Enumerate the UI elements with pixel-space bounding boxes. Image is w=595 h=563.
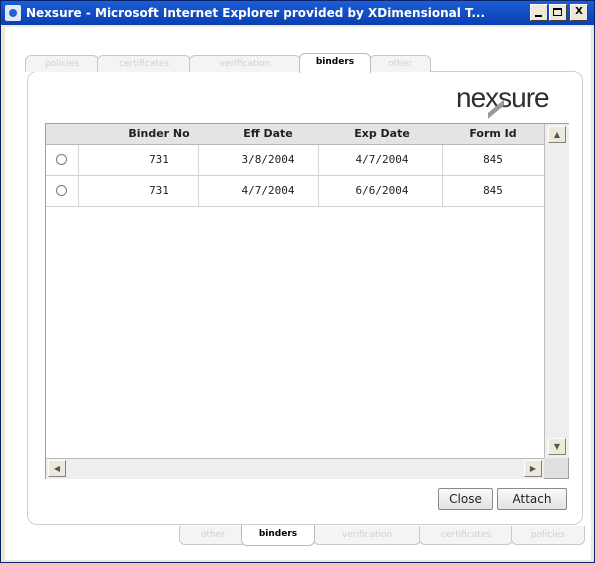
tab-other-top[interactable]: other [369,55,431,72]
cell-form-id: 845 [483,153,503,166]
scrollbar-corner [544,458,568,478]
cell-eff-date: 3/8/2004 [241,153,295,166]
row-select-radio[interactable] [56,185,67,196]
tab-verification-bottom[interactable]: verification [313,526,421,545]
col-header-exp-date[interactable]: Exp Date [322,124,442,144]
nexsure-logo: nexsure [456,81,576,115]
horizontal-scrollbar[interactable]: ◀ ▶ [46,458,544,479]
window-title: Nexsure - Microsoft Internet Explorer pr… [26,6,486,20]
tab-certificates-bottom[interactable]: certificates [419,526,513,545]
tab-other-bottom[interactable]: other [179,526,247,545]
ie-icon [5,5,21,21]
cell-exp-date: 6/6/2004 [355,184,409,197]
cell-eff-date: 4/7/2004 [241,184,295,197]
cell-binder-no: 731 [149,184,169,197]
attach-button[interactable]: Attach [497,488,567,510]
col-header-binder-no[interactable]: Binder No [104,124,214,144]
tab-verification-top[interactable]: verification [189,55,301,72]
col-header-form-id[interactable]: Form Id [442,124,544,144]
minimize-button[interactable] [530,4,548,21]
logo-swoosh-icon [488,95,504,121]
table-header: Binder No Eff Date Exp Date Form Id [46,124,544,145]
row-select-radio[interactable] [56,154,67,165]
vertical-scrollbar[interactable]: ▲ ▼ [544,124,569,458]
column-divider [78,145,79,175]
scroll-right-arrow-icon[interactable]: ▶ [524,460,542,477]
title-bar[interactable]: Nexsure - Microsoft Internet Explorer pr… [1,1,594,25]
browser-window: Nexsure - Microsoft Internet Explorer pr… [0,0,595,563]
cell-binder-no: 731 [149,153,169,166]
tab-policies-top[interactable]: policies [25,55,99,72]
scroll-down-arrow-icon[interactable]: ▼ [548,438,566,455]
scroll-left-arrow-icon[interactable]: ◀ [48,460,66,477]
maximize-button[interactable] [549,4,567,21]
col-header-eff-date[interactable]: Eff Date [214,124,322,144]
column-divider [78,176,79,206]
tab-policies-bottom[interactable]: policies [511,526,585,545]
table-row[interactable]: 731 3/8/2004 4/7/2004 845 [46,145,544,176]
cell-exp-date: 4/7/2004 [355,153,409,166]
table-row[interactable]: 731 4/7/2004 6/6/2004 845 [46,176,544,207]
cell-form-id: 845 [483,184,503,197]
tab-binders-bottom[interactable]: binders [241,525,315,546]
tab-binders-top[interactable]: binders [299,53,371,73]
binders-table: Binder No Eff Date Exp Date Form Id 731 … [45,123,569,479]
tab-certificates-top[interactable]: certificates [97,55,191,72]
close-button[interactable]: Close [438,488,493,510]
scroll-up-arrow-icon[interactable]: ▲ [548,126,566,143]
close-window-button[interactable]: X [570,4,588,21]
